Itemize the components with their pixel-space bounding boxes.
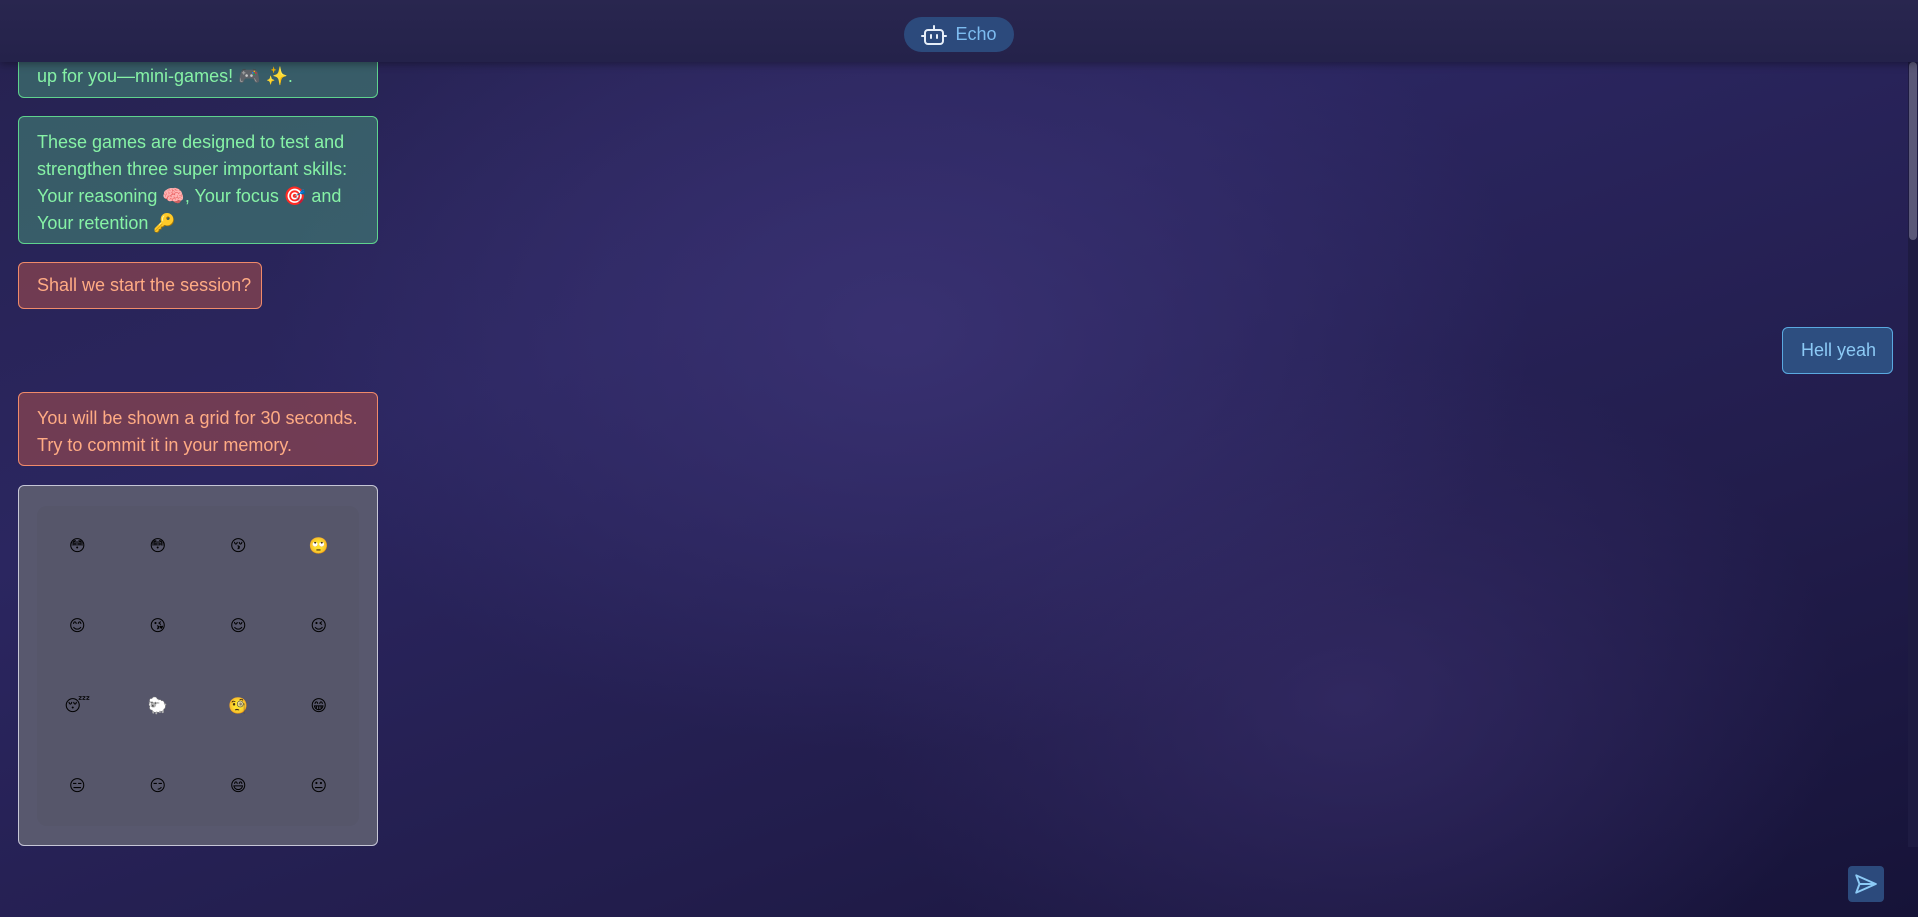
- robot-icon: [921, 24, 948, 46]
- bot-message: These games are designed to test and str…: [18, 116, 378, 244]
- message-text: These games are designed to test and str…: [37, 132, 348, 233]
- grid-cell: 😑: [68, 776, 86, 795]
- grid-cell: 😳: [68, 536, 86, 555]
- bot-message: You will be shown a grid for 30 seconds.…: [18, 392, 378, 466]
- send-button[interactable]: [1848, 866, 1884, 902]
- grid-cell: 😴: [64, 696, 91, 715]
- bot-message: Shall we start the session?: [18, 262, 262, 309]
- scrollbar-thumb[interactable]: [1909, 62, 1917, 240]
- chat-area: up for you—mini-games! 🎮 ✨. These games …: [0, 0, 1908, 917]
- title-badge[interactable]: Echo: [904, 17, 1014, 52]
- grid-cell: 😁: [310, 696, 328, 715]
- emoji-grid: 😳 😳 😚 🙄 😊 😘 😌 😉 😴 🐑 🧐 😁 😑 😏 😄 😐: [37, 506, 359, 826]
- grid-cell: 😏: [149, 776, 167, 795]
- grid-cell: 😚: [229, 536, 247, 555]
- grid-cell: 🙄: [308, 536, 329, 555]
- message-text: up for you—mini-games! 🎮 ✨.: [37, 66, 293, 86]
- app-title: Echo: [955, 24, 997, 44]
- chat-scrollbar[interactable]: [1908, 62, 1918, 847]
- grid-cell: 😉: [310, 616, 328, 635]
- grid-cell: 🐑: [147, 696, 168, 715]
- grid-cell: 😊: [68, 616, 86, 635]
- grid-cell: 😄: [229, 776, 247, 795]
- memory-grid-card: 😳 😳 😚 🙄 😊 😘 😌 😉 😴 🐑 🧐 😁 😑 😏 😄 😐: [18, 485, 378, 846]
- top-bar: Echo: [0, 0, 1918, 62]
- grid-cell: 🧐: [228, 696, 249, 715]
- message-text: Shall we start the session?: [37, 275, 252, 295]
- grid-cell: 😳: [149, 536, 167, 555]
- grid-cell: 😘: [149, 616, 167, 635]
- grid-cell: 😌: [229, 616, 247, 635]
- message-text: Hell yeah: [1801, 340, 1877, 360]
- send-icon: [1853, 871, 1879, 897]
- grid-cell: 😐: [310, 776, 328, 795]
- user-message: Hell yeah: [1782, 327, 1893, 374]
- message-text: You will be shown a grid for 30 seconds.…: [37, 408, 358, 455]
